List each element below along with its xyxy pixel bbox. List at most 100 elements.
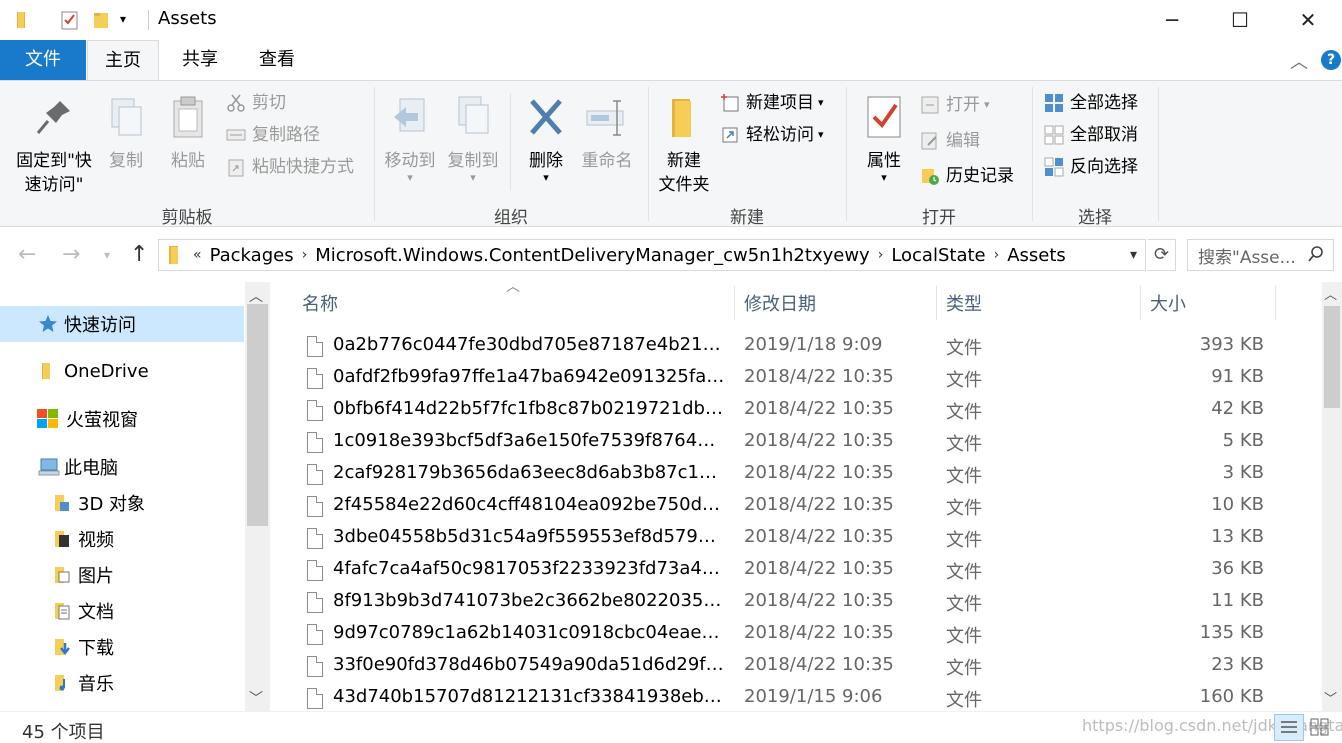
nav-item-3d-objects[interactable]: 3D 对象	[0, 485, 244, 521]
breadcrumb-chevron-icon[interactable]: ›	[302, 247, 308, 263]
breadcrumb-chevron-icon[interactable]: ›	[994, 247, 1000, 263]
back-arrow-icon[interactable]: ←	[18, 242, 36, 267]
column-separator[interactable]	[936, 286, 937, 320]
table-row[interactable]: 2caf928179b3656da63eec8d6ab3b87c165... 20…	[302, 458, 1292, 490]
tab-home[interactable]: 主页	[87, 40, 159, 81]
recent-locations-chevron-icon[interactable]: ▾	[104, 248, 110, 262]
column-separator[interactable]	[1140, 286, 1141, 320]
file-type: 文件	[946, 498, 982, 519]
breadcrumb-content-delivery-manager[interactable]: Microsoft.Windows.ContentDeliveryManager…	[315, 245, 870, 266]
select-none-button[interactable]: 全部取消	[1044, 121, 1138, 149]
address-overflow[interactable]: «	[193, 247, 202, 263]
scroll-down-chevron-icon[interactable]: ﹀	[1324, 688, 1337, 707]
table-row[interactable]: 3dbe04558b5d31c54a9f559553ef8d579e4... 20…	[302, 522, 1292, 554]
invert-selection-button[interactable]: 反向选择	[1044, 153, 1138, 181]
table-row[interactable]: 0a2b776c0447fe30dbd705e87187e4b21fd... 20…	[302, 330, 1292, 362]
windows-icon	[36, 408, 60, 430]
table-row[interactable]: 8f913b9b3d741073be2c3662be80220351... 201…	[302, 586, 1292, 618]
easy-access-icon	[720, 125, 740, 145]
copy-path-button[interactable]: 复制路径	[226, 121, 320, 149]
folder-icon	[14, 10, 34, 30]
table-row[interactable]: 0afdf2fb99fa97ffe1a47ba6942e091325fac8..…	[302, 362, 1292, 394]
column-header-name[interactable]: 名称	[302, 290, 338, 316]
large-icons-view-icon[interactable]	[1308, 716, 1332, 743]
minimize-button[interactable]: ─	[1138, 0, 1206, 40]
file-type: 文件	[946, 594, 982, 615]
file-list-scrollbar-thumb[interactable]	[1324, 306, 1340, 408]
new-item-button[interactable]: 新建项目 ▾	[720, 89, 824, 117]
scroll-down-chevron-icon[interactable]: ﹀	[249, 688, 263, 708]
nav-item-pictures[interactable]: 图片	[0, 557, 244, 593]
breadcrumb-chevron-icon[interactable]: ›	[878, 247, 884, 263]
edit-icon	[920, 131, 940, 151]
nav-item-onedrive[interactable]: OneDrive	[0, 353, 244, 389]
file-icon	[307, 560, 323, 581]
up-arrow-icon[interactable]: ↑	[130, 242, 148, 267]
nav-item-this-pc[interactable]: 此电脑	[0, 449, 244, 485]
delete-button[interactable]: 删除 ▾	[520, 93, 572, 183]
breadcrumb-localstate[interactable]: LocalState	[891, 245, 985, 266]
help-icon[interactable]: ?	[1321, 50, 1341, 70]
file-modified-date: 2018/4/22 10:35	[744, 590, 894, 611]
cut-button[interactable]: 剪切	[226, 89, 286, 117]
nav-item-quick-access[interactable]: 快速访问	[0, 306, 244, 342]
table-row[interactable]: 0bfb6f414d22b5f7fc1fb8c87b0219721db4... 2…	[302, 394, 1292, 426]
collapse-ribbon-chevron-icon[interactable]: ︿	[1290, 48, 1308, 74]
address-history-chevron-icon[interactable]: ▾	[1130, 247, 1137, 263]
column-separator[interactable]	[1275, 286, 1276, 320]
new-folder-quick-access-icon[interactable]	[92, 10, 112, 30]
new-folder-button[interactable]: 新建 文件夹	[654, 93, 714, 197]
column-header-date[interactable]: 修改日期	[744, 290, 816, 316]
address-bar[interactable]: « Packages › Microsoft.Windows.ContentDe…	[158, 239, 1146, 271]
pin-to-quick-access-button[interactable]: 固定到"快 速访问"	[8, 93, 100, 197]
paste-button[interactable]: 粘贴	[162, 93, 214, 173]
table-row[interactable]: 9d97c0789c1a62b14031c0918cbc04eaebf... 20…	[302, 618, 1292, 650]
file-modified-date: 2018/4/22 10:35	[744, 462, 894, 483]
edit-button[interactable]: 编辑	[920, 127, 980, 155]
nav-item-firefly-window[interactable]: 火萤视窗	[0, 401, 244, 437]
table-row[interactable]: 33f0e90fd378d46b07549a90da51d6d29f4... 20…	[302, 650, 1292, 682]
column-header-size[interactable]: 大小	[1150, 290, 1186, 316]
copy-to-button[interactable]: 复制到 ▾	[442, 93, 504, 183]
properties-quick-access-icon[interactable]	[60, 10, 80, 30]
nav-item-music[interactable]: 音乐	[0, 665, 244, 701]
maximize-button[interactable]: ☐	[1206, 0, 1274, 40]
file-name: 2caf928179b3656da63eec8d6ab3b87c165...	[333, 462, 725, 483]
breadcrumb-packages[interactable]: Packages	[210, 245, 294, 266]
scroll-up-chevron-icon[interactable]: ︿	[1324, 284, 1337, 303]
column-separator[interactable]	[734, 286, 735, 320]
details-view-icon[interactable]	[1274, 714, 1304, 741]
forward-arrow-icon[interactable]: →	[62, 242, 80, 267]
tab-share[interactable]: 共享	[164, 40, 236, 80]
nav-item-documents[interactable]: 文档	[0, 593, 244, 629]
move-to-button[interactable]: 移动到 ▾	[380, 93, 440, 183]
breadcrumb-assets[interactable]: Assets	[1007, 245, 1066, 266]
title-divider	[148, 10, 149, 30]
tab-file[interactable]: 文件	[0, 40, 86, 80]
nav-item-videos[interactable]: 视频	[0, 521, 244, 557]
file-modified-date: 2018/4/22 10:35	[744, 654, 894, 675]
history-button[interactable]: 历史记录	[920, 162, 1014, 190]
open-button[interactable]: 打开 ▾	[920, 91, 990, 119]
copy-button[interactable]: 复制	[102, 93, 150, 173]
nav-item-downloads[interactable]: 下载	[0, 629, 244, 665]
tab-view[interactable]: 查看	[241, 40, 313, 80]
close-button[interactable]: ✕	[1274, 0, 1342, 40]
paste-shortcut-button[interactable]: 粘贴快捷方式	[226, 153, 354, 181]
rename-button[interactable]: 重命名	[578, 93, 636, 173]
customize-quick-access-chevron-icon[interactable]: ▾	[120, 12, 140, 32]
table-row[interactable]: 4fafc7ca4af50c9817053f2233923fd73a47d...…	[302, 554, 1292, 586]
file-icon	[307, 368, 323, 389]
table-row[interactable]: 43d740b15707d81212131cf33841938eba... 201…	[302, 682, 1292, 712]
nav-scrollbar-thumb[interactable]	[247, 304, 268, 526]
table-row[interactable]: 1c0918e393bcf5df3a6e150fe7539f8764eb... 2…	[302, 426, 1292, 458]
select-all-button[interactable]: 全部选择	[1044, 89, 1138, 117]
easy-access-button[interactable]: 轻松访问 ▾	[720, 121, 824, 149]
properties-button[interactable]: 属性 ▾	[858, 93, 910, 183]
refresh-icon[interactable]: ⟳	[1148, 239, 1176, 271]
column-header-type[interactable]: 类型	[946, 290, 982, 316]
table-row[interactable]: 2f45584e22d60c4cff48104ea092be750d55... 2…	[302, 490, 1292, 522]
new-folder-icon	[662, 93, 706, 143]
scroll-up-chevron-icon[interactable]: ︿	[249, 286, 263, 306]
search-input[interactable]: 搜索"Asse...	[1187, 239, 1334, 271]
